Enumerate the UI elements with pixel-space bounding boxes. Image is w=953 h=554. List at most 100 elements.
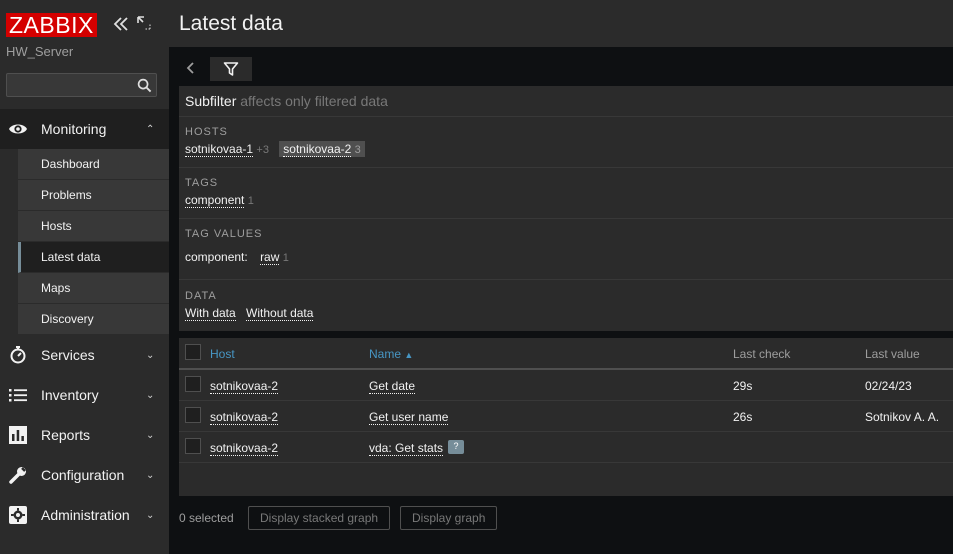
zabbix-logo[interactable]: ZABBIX bbox=[6, 13, 97, 37]
row-item-name: vda: Get stats? bbox=[369, 439, 465, 456]
menu-services[interactable]: Services ⌄ bbox=[0, 335, 169, 375]
tag-value-count: 1 bbox=[282, 252, 289, 264]
row-last-value: Sotnikov A. A. bbox=[865, 410, 940, 424]
eye-icon bbox=[9, 124, 27, 134]
host-filter-sotnikovaa-2-selected[interactable]: sotnikovaa-2 3 bbox=[279, 141, 365, 157]
data-values: With data Without data bbox=[185, 306, 953, 321]
row-checkbox[interactable] bbox=[185, 407, 201, 423]
menu-administration-label: Administration bbox=[41, 507, 130, 523]
tags-values: component 1 bbox=[185, 193, 953, 208]
row-last-check: 26s bbox=[733, 410, 753, 424]
column-last-check: Last check bbox=[733, 347, 791, 361]
subfilter-tag-values: TAG VALUES component: raw 1 bbox=[179, 219, 953, 280]
tag-count: 1 bbox=[247, 195, 254, 207]
submenu-discovery[interactable]: Discovery bbox=[18, 304, 169, 335]
menu-services-label: Services bbox=[41, 347, 95, 363]
subfilter-data: DATA With data Without data bbox=[179, 280, 953, 331]
chevron-down-icon: ⌄ bbox=[146, 429, 155, 441]
filter-tab[interactable] bbox=[210, 57, 252, 81]
subfilter-tags: TAGS component 1 bbox=[179, 168, 953, 219]
hosts-values: sotnikovaa-1 +3 sotnikovaa-2 3 bbox=[185, 141, 953, 157]
sidebar: ZABBIX HW_Server Monitoring ⌃ Dashboard … bbox=[0, 0, 169, 554]
menu-inventory-label: Inventory bbox=[41, 387, 99, 403]
display-graph-button[interactable]: Display graph bbox=[400, 506, 498, 530]
host-count: +3 bbox=[256, 144, 269, 156]
server-name: HW_Server bbox=[6, 44, 74, 59]
menu-configuration[interactable]: Configuration ⌄ bbox=[0, 455, 169, 495]
subfilter-subtitle: affects only filtered data bbox=[240, 93, 388, 109]
menu-reports[interactable]: Reports ⌄ bbox=[0, 415, 169, 455]
subfilter-hosts: HOSTS sotnikovaa-1 +3 sotnikovaa-2 3 bbox=[179, 117, 953, 168]
search-input[interactable] bbox=[7, 74, 129, 96]
data-filter-with-data[interactable]: With data bbox=[185, 306, 236, 321]
tag-name: component: bbox=[185, 250, 248, 264]
latest-data-table: Host Name ▲ Last check Last value sotnik… bbox=[179, 338, 953, 496]
bar-chart-icon bbox=[9, 426, 27, 444]
row-item-name-link[interactable]: vda: Get stats bbox=[369, 441, 444, 456]
menu-monitoring-label: Monitoring bbox=[41, 121, 107, 137]
row-host-link[interactable]: sotnikovaa-2 bbox=[210, 410, 279, 425]
subfilter-panel: Subfilter affects only filtered data HOS… bbox=[179, 86, 953, 331]
subfilter-header: Subfilter affects only filtered data bbox=[179, 86, 953, 117]
submenu-problems[interactable]: Problems bbox=[18, 180, 169, 211]
hosts-label: HOSTS bbox=[185, 126, 228, 138]
row-item-name-link[interactable]: Get date bbox=[369, 379, 416, 394]
display-stacked-graph-button[interactable]: Display stacked graph bbox=[248, 506, 391, 530]
menu-configuration-label: Configuration bbox=[41, 467, 125, 483]
tag-values-row: component: raw 1 bbox=[185, 250, 953, 265]
chevron-left-icon bbox=[186, 62, 194, 74]
page-title: Latest data bbox=[179, 12, 283, 35]
row-item-name-link[interactable]: Get user name bbox=[369, 410, 449, 425]
menu-reports-label: Reports bbox=[41, 427, 91, 443]
monitoring-submenu: Dashboard Problems Hosts Latest data Map… bbox=[18, 149, 169, 335]
tag-filter-component[interactable]: component bbox=[185, 193, 245, 208]
tags-label: TAGS bbox=[185, 177, 219, 189]
wrench-icon bbox=[9, 467, 26, 484]
column-last-value: Last value bbox=[865, 347, 920, 361]
menu-administration[interactable]: Administration ⌄ bbox=[0, 495, 169, 535]
main-content: Latest data Subfilter affects only filte… bbox=[169, 0, 953, 554]
sort-asc-icon: ▲ bbox=[404, 350, 414, 360]
chevron-down-icon: ⌄ bbox=[146, 469, 155, 481]
menu-monitoring[interactable]: Monitoring ⌃ bbox=[0, 109, 169, 149]
main-menu: Monitoring ⌃ Dashboard Problems Hosts La… bbox=[0, 109, 169, 535]
menu-inventory[interactable]: Inventory ⌄ bbox=[0, 375, 169, 415]
submenu-dashboard[interactable]: Dashboard bbox=[18, 149, 169, 180]
row-checkbox[interactable] bbox=[185, 376, 201, 392]
submenu-hosts[interactable]: Hosts bbox=[18, 211, 169, 242]
subfilter-title: Subfilter bbox=[185, 93, 237, 109]
select-all-checkbox[interactable] bbox=[185, 344, 201, 360]
submenu-maps[interactable]: Maps bbox=[18, 273, 169, 304]
selected-count: 0 selected bbox=[179, 511, 234, 525]
description-hint-icon[interactable]: ? bbox=[448, 439, 465, 454]
host-filter-sotnikovaa-2[interactable]: sotnikovaa-2 bbox=[283, 142, 352, 157]
chevron-up-icon: ⌃ bbox=[146, 123, 155, 135]
chevron-down-icon: ⌄ bbox=[146, 509, 155, 521]
collapse-sidebar-button[interactable] bbox=[112, 15, 130, 33]
cog-icon bbox=[9, 506, 27, 524]
row-checkbox[interactable] bbox=[185, 438, 201, 454]
data-label: DATA bbox=[185, 290, 217, 302]
data-filter-without-data[interactable]: Without data bbox=[246, 306, 314, 321]
list-icon bbox=[9, 389, 27, 402]
page-header: Latest data bbox=[169, 0, 953, 47]
expand-icon bbox=[137, 16, 151, 30]
submenu-latest-data[interactable]: Latest data bbox=[18, 242, 169, 273]
search-field[interactable] bbox=[6, 73, 157, 97]
table-header: Host Name ▲ Last check Last value bbox=[179, 338, 953, 370]
table-row: sotnikovaa-2 Get user name 26s Sotnikov … bbox=[179, 401, 953, 432]
kiosk-mode-button[interactable] bbox=[136, 15, 154, 33]
host-filter-sotnikovaa-1[interactable]: sotnikovaa-1 bbox=[185, 142, 254, 157]
row-host-link[interactable]: sotnikovaa-2 bbox=[210, 441, 279, 456]
row-host-link[interactable]: sotnikovaa-2 bbox=[210, 379, 279, 394]
row-last-value: 02/24/23 bbox=[865, 379, 912, 393]
chevron-down-icon: ⌄ bbox=[146, 349, 155, 361]
tag-value-filter-raw[interactable]: raw bbox=[260, 250, 280, 265]
column-name-label: Name bbox=[369, 347, 402, 361]
search-icon[interactable] bbox=[137, 78, 152, 93]
chevron-down-icon: ⌄ bbox=[146, 389, 155, 401]
filter-back-button[interactable] bbox=[183, 60, 199, 76]
column-name[interactable]: Name ▲ bbox=[369, 347, 413, 361]
table-row: sotnikovaa-2 Get date 29s 02/24/23 bbox=[179, 370, 953, 401]
column-host[interactable]: Host bbox=[210, 347, 235, 361]
